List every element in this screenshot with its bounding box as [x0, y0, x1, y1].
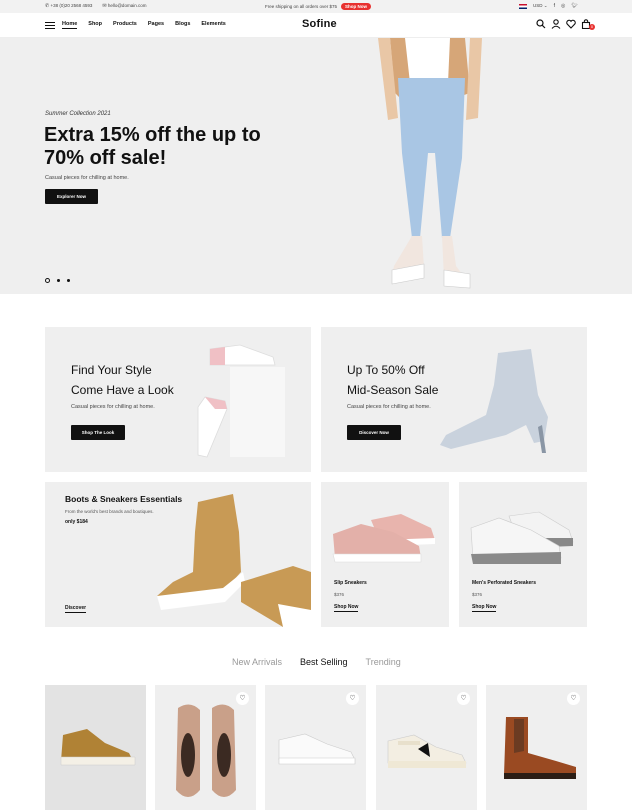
product-card[interactable]: ♡	[45, 685, 146, 810]
chevron-down-icon: ⌄	[543, 3, 548, 8]
boots-card-subtitle: From the world's best brands and boutiqu…	[65, 509, 154, 514]
tan-boots-image	[157, 494, 311, 627]
nav-shop[interactable]: Shop	[88, 21, 102, 29]
tab-trending[interactable]: Trending	[366, 657, 401, 667]
shop-now-badge[interactable]: Shop Now	[341, 3, 372, 10]
uk-flag-icon[interactable]	[519, 3, 527, 9]
shop-now-link[interactable]: Shop Now	[472, 604, 497, 612]
hero-description: Casual pieces for chilling at home.	[45, 175, 129, 181]
wishlist-heart-icon[interactable]: ♡	[457, 692, 470, 705]
tab-best-selling[interactable]: Best Selling	[300, 657, 348, 667]
top-bar: ✆ +38 (0)20 2568 4593 ✉ hello@domain.com…	[0, 0, 632, 13]
nav-pages[interactable]: Pages	[148, 21, 164, 29]
promo-title-line1: Find Your Style	[71, 363, 152, 377]
main-header: Home Shop Products Pages Blogs Elements …	[0, 13, 632, 38]
phone-icon: ✆	[45, 3, 50, 9]
explorer-now-button[interactable]: Explorer Now	[45, 189, 98, 204]
twitter-icon[interactable]: 🐦︎	[571, 3, 577, 9]
nav-blogs[interactable]: Blogs	[175, 21, 190, 29]
menu-icon[interactable]	[45, 22, 55, 29]
carousel-dot-1[interactable]	[45, 278, 50, 283]
hero-banner: Summer Collection 2021 Extra 15% off the…	[0, 38, 632, 294]
heart-icon[interactable]	[566, 19, 576, 29]
boots-sneakers-card: Boots & Sneakers Essentials From the wor…	[45, 482, 311, 627]
product-tabs: New Arrivals Best Selling Trending	[232, 657, 401, 667]
tan-sneaker-image	[60, 729, 136, 766]
white-sneakers-image	[470, 511, 574, 564]
discover-link[interactable]: Discover	[65, 605, 87, 613]
nav-products[interactable]: Products	[113, 21, 137, 29]
chelsea-boot-image	[504, 717, 576, 779]
promo-subtitle: Casual pieces for chilling at home.	[71, 404, 155, 410]
cart-count-badge: 0	[589, 24, 595, 30]
product-name: Slip Sneakers	[334, 580, 367, 586]
ankle-boot-image	[440, 349, 548, 453]
velcro-sneaker-image	[387, 734, 467, 768]
phone-number: +38 (0)20 2568 4593	[50, 3, 93, 8]
product-price: $376	[334, 592, 345, 597]
email-contact[interactable]: ✉ hello@domain.com	[102, 3, 146, 9]
wishlist-heart-icon[interactable]: ♡	[346, 692, 359, 705]
instagram-icon[interactable]: ◎	[561, 3, 565, 9]
currency-selector[interactable]: USD ⌄	[533, 3, 548, 9]
phone-contact[interactable]: ✆ +38 (0)20 2568 4593	[45, 3, 92, 9]
nav-home[interactable]: Home	[62, 21, 78, 29]
carousel-dot-2[interactable]	[57, 279, 60, 282]
product-card[interactable]: ♡	[376, 685, 477, 810]
shipping-notice: Free shipping on all orders over $75	[265, 4, 338, 9]
mail-icon: ✉	[102, 3, 107, 9]
hero-model-image	[378, 38, 482, 289]
white-sneaker-image	[278, 733, 356, 765]
slip-sneakers-card: Slip Sneakers $376 Shop Now	[321, 482, 449, 627]
promo-find-your-style: Find Your Style Come Have a Look Casual …	[45, 327, 311, 472]
hero-headline: Extra 15% off the up to 70% off sale!	[44, 124, 261, 169]
wishlist-heart-icon[interactable]: ♡	[567, 692, 580, 705]
nude-flats-image	[176, 704, 236, 797]
product-card[interactable]: ♡	[265, 685, 366, 810]
product-card[interactable]: ♡	[486, 685, 587, 810]
currency-label: USD	[533, 3, 543, 8]
facebook-icon[interactable]: f	[554, 3, 555, 9]
product-card[interactable]: ♡	[155, 685, 256, 810]
shop-the-look-button[interactable]: Shop The Look	[71, 425, 125, 440]
discover-now-button[interactable]: Discover Now	[347, 425, 401, 440]
promo-title-line2: Mid-Season Sale	[347, 383, 439, 397]
hero-subtitle: Summer Collection 2021	[45, 111, 111, 117]
logo[interactable]: Sofine	[302, 18, 337, 30]
search-icon[interactable]	[536, 19, 546, 29]
cart-button[interactable]: 0	[581, 19, 595, 32]
nav-elements[interactable]: Elements	[201, 21, 225, 29]
promo-title-line2: Come Have a Look	[71, 383, 174, 397]
sneakers-on-box-image	[197, 344, 285, 458]
main-nav: Home Shop Products Pages Blogs Elements	[62, 21, 226, 29]
promo-subtitle: Casual pieces for chilling at home.	[347, 404, 431, 410]
product-name: Men's Perforated Sneakers	[472, 580, 536, 586]
perforated-sneakers-card: Men's Perforated Sneakers $376 Shop Now	[459, 482, 587, 627]
pink-sneakers-image	[332, 514, 435, 563]
promo-mid-season-sale: Up To 50% Off Mid-Season Sale Casual pie…	[321, 327, 587, 472]
carousel-dots	[45, 278, 70, 283]
email-address: hello@domain.com	[107, 3, 147, 8]
tab-new-arrivals[interactable]: New Arrivals	[232, 657, 282, 667]
shop-now-link[interactable]: Shop Now	[334, 604, 359, 612]
user-icon[interactable]	[551, 19, 561, 29]
boots-card-price: only $184	[65, 519, 88, 525]
carousel-dot-3[interactable]	[67, 279, 70, 282]
product-price: $376	[472, 592, 483, 597]
promo-title-line1: Up To 50% Off	[347, 363, 425, 377]
